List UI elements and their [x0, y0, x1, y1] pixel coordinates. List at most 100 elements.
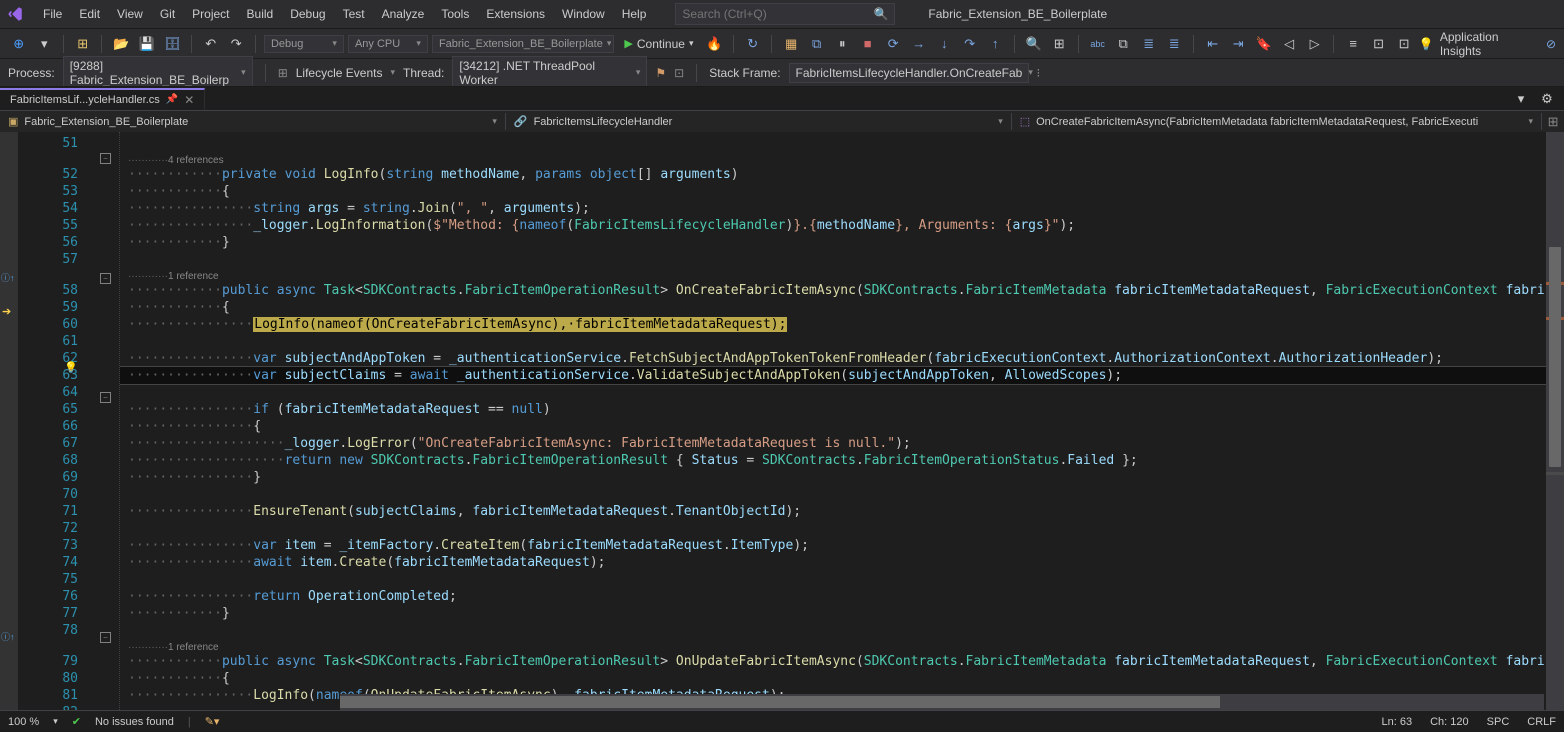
- close-tab-icon[interactable]: ✕: [184, 93, 194, 107]
- ln-indicator[interactable]: Ln: 63: [1382, 716, 1413, 728]
- breakpoint-margin[interactable]: ⓘ↑ ➔ ⓘ↑: [0, 132, 18, 720]
- check-icon: ✔: [72, 715, 81, 728]
- menu-project[interactable]: Project: [184, 3, 237, 25]
- hscroll-thumb[interactable]: [340, 696, 1220, 708]
- undo-icon[interactable]: ↶: [200, 33, 222, 55]
- gear-icon[interactable]: ⚙: [1536, 88, 1558, 110]
- nav-method-dropdown[interactable]: ⬚ OnCreateFabricItemAsync(FabricItemMeta…: [1012, 113, 1542, 130]
- menu-test[interactable]: Test: [335, 3, 373, 25]
- abc-icon[interactable]: abc: [1087, 33, 1109, 55]
- code-editor[interactable]: ⓘ↑ ➔ ⓘ↑ 51525354555657585960616263646566…: [0, 132, 1564, 720]
- platform-dropdown[interactable]: Any CPU▾: [348, 35, 428, 53]
- step-out-icon[interactable]: ↑: [984, 33, 1006, 55]
- config-dropdown[interactable]: Debug▾: [264, 35, 344, 53]
- snippet-icon[interactable]: ⧉: [1112, 33, 1134, 55]
- lineending-indicator[interactable]: CRLF: [1527, 716, 1556, 728]
- main-toolbar: ⊕ ▾ ⊞ 📂 💾 🗄 ↶ ↷ Debug▾ Any CPU▾ Fabric_E…: [0, 28, 1564, 58]
- fwd-nav-icon[interactable]: ▾: [34, 33, 56, 55]
- solution-title: Fabric_Extension_BE_Boilerplate: [916, 5, 1119, 23]
- stack-dropdown[interactable]: FabricItemsLifecycleHandler.OnCreateFab▾: [789, 63, 1029, 83]
- menu-build[interactable]: Build: [239, 3, 282, 25]
- help-icon[interactable]: ⊘: [1546, 37, 1556, 51]
- issues-status[interactable]: No issues found: [95, 716, 174, 728]
- startup-dropdown[interactable]: Fabric_Extension_BE_Boilerplate▾: [432, 35, 614, 53]
- debug-context-bar: Process: [9288] Fabric_Extension_BE_Boil…: [0, 58, 1564, 86]
- comment-icon[interactable]: ≣: [1138, 33, 1160, 55]
- tab-fabricitemslifecyclehandler[interactable]: FabricItemsLif...ycleHandler.cs 📌 ✕: [0, 88, 205, 110]
- hot-reload-icon[interactable]: 🔥: [703, 33, 725, 55]
- member-list-icon[interactable]: ≡: [1342, 33, 1364, 55]
- step-over-icon[interactable]: ↷: [959, 33, 981, 55]
- menu-help[interactable]: Help: [614, 3, 655, 25]
- back-nav-icon[interactable]: ⊕: [8, 33, 30, 55]
- flag-icon[interactable]: ⚑: [655, 66, 666, 80]
- method-icon: ⬚: [1020, 115, 1030, 128]
- menu-window[interactable]: Window: [554, 3, 613, 25]
- menu-edit[interactable]: Edit: [71, 3, 108, 25]
- fold-toggle[interactable]: −: [100, 392, 111, 403]
- zoom-level[interactable]: 100 %: [8, 716, 39, 728]
- menu-tools[interactable]: Tools: [433, 3, 477, 25]
- browser-icon[interactable]: ▦: [780, 33, 802, 55]
- quick-info-icon[interactable]: ⊡: [1393, 33, 1415, 55]
- new-icon[interactable]: ⊞: [72, 33, 94, 55]
- save-all-icon[interactable]: 🗄: [161, 33, 183, 55]
- process-dropdown[interactable]: [9288] Fabric_Extension_BE_Boilerp▾: [63, 56, 253, 90]
- refresh-icon[interactable]: ⟳: [882, 33, 904, 55]
- indent-left-icon[interactable]: ⇤: [1202, 33, 1224, 55]
- intellitr-icon[interactable]: ⊞: [1048, 33, 1070, 55]
- step-into-icon[interactable]: ↓: [933, 33, 955, 55]
- lifecycle-label[interactable]: Lifecycle Events: [296, 66, 383, 80]
- next-bm-icon[interactable]: ▷: [1304, 33, 1326, 55]
- step-next-icon[interactable]: →: [908, 33, 930, 55]
- horizontal-scrollbar[interactable]: [340, 694, 1544, 710]
- scroll-thumb[interactable]: [1549, 247, 1561, 467]
- uncomment-icon[interactable]: ≣: [1163, 33, 1185, 55]
- app-insights[interactable]: 💡 Application Insights ⊘: [1419, 30, 1556, 58]
- nav-project-dropdown[interactable]: ▣ Fabric_Extension_BE_Boilerplate▾: [0, 113, 506, 130]
- stop-icon[interactable]: ■: [857, 33, 879, 55]
- search-box[interactable]: 🔍: [675, 3, 895, 25]
- break-all-icon[interactable]: ⏸: [831, 33, 853, 55]
- continue-button[interactable]: ▶Continue▾: [618, 35, 699, 53]
- script-icon[interactable]: ⧉: [806, 33, 828, 55]
- thread-label: Thread:: [403, 66, 444, 80]
- indent-right-icon[interactable]: ⇥: [1227, 33, 1249, 55]
- tool-icon[interactable]: ✎▾: [205, 715, 220, 728]
- thread-dropdown[interactable]: [34212] .NET ThreadPool Worker▾: [452, 56, 647, 90]
- nav-class-dropdown[interactable]: 🔗 FabricItemsLifecycleHandler▾: [506, 113, 1012, 130]
- menu-git[interactable]: Git: [152, 3, 183, 25]
- lifecycle-icon: ⊞: [278, 66, 288, 80]
- stack-label: Stack Frame:: [709, 66, 780, 80]
- search-icon: 🔍: [873, 7, 888, 21]
- search-input[interactable]: [682, 7, 873, 21]
- param-info-icon[interactable]: ⊡: [1368, 33, 1390, 55]
- fold-column[interactable]: − − − − 💡: [96, 132, 120, 720]
- prev-bm-icon[interactable]: ◁: [1278, 33, 1300, 55]
- fold-toggle[interactable]: −: [100, 632, 111, 643]
- fold-toggle[interactable]: −: [100, 273, 111, 284]
- tab-dropdown-icon[interactable]: ▾: [1510, 88, 1532, 110]
- map-marker: [1546, 472, 1564, 475]
- bookmark-icon[interactable]: 🔖: [1253, 33, 1275, 55]
- menu-debug[interactable]: Debug: [282, 3, 333, 25]
- pin-icon[interactable]: 📌: [166, 94, 178, 105]
- menu-view[interactable]: View: [109, 3, 151, 25]
- menu-file[interactable]: File: [35, 3, 70, 25]
- vertical-scrollbar[interactable]: [1546, 132, 1564, 720]
- find-icon[interactable]: 🔍: [1023, 33, 1045, 55]
- menu-extensions[interactable]: Extensions: [478, 3, 553, 25]
- save-icon[interactable]: 💾: [136, 33, 158, 55]
- ch-indicator[interactable]: Ch: 120: [1430, 716, 1469, 728]
- restart-icon[interactable]: ↻: [742, 33, 764, 55]
- menu-analyze[interactable]: Analyze: [374, 3, 433, 25]
- code-surface[interactable]: ············4 references············priv…: [120, 132, 1546, 720]
- redo-icon[interactable]: ↷: [225, 33, 247, 55]
- open-icon[interactable]: 📂: [110, 33, 132, 55]
- indent-indicator[interactable]: SPC: [1487, 716, 1510, 728]
- thread-icon[interactable]: ⊡: [674, 66, 684, 80]
- lightbulb-icon[interactable]: 💡: [64, 361, 78, 374]
- split-icon[interactable]: ⊞: [1542, 111, 1564, 133]
- fold-toggle[interactable]: −: [100, 153, 111, 164]
- customize-icon[interactable]: ⁝: [1037, 66, 1041, 80]
